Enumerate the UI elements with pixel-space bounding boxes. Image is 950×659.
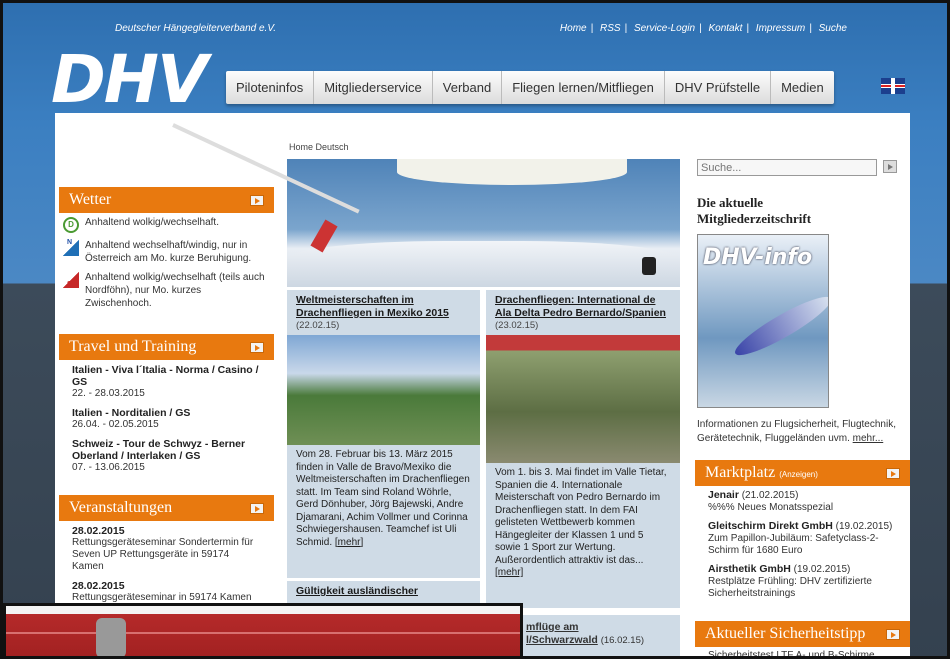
page: Deutscher Hängegleiterverband e.V. Home |… bbox=[0, 0, 950, 659]
hero-image bbox=[287, 159, 680, 287]
arrow-right-icon[interactable] bbox=[886, 467, 900, 479]
south-alps-icon bbox=[63, 272, 79, 291]
wetter-box: Wetter D Anhaltend wolkig/wechselhaft. A… bbox=[59, 187, 274, 329]
top-link-kontakt[interactable]: Kontakt bbox=[708, 23, 742, 34]
travel-header[interactable]: Travel und Training bbox=[59, 334, 274, 360]
markt-title: Marktplatz bbox=[705, 464, 776, 481]
travel-name: Italien - Viva l´Italia - Norma / Casino… bbox=[72, 364, 259, 388]
wetter-header[interactable]: Wetter bbox=[59, 187, 274, 213]
news-card: Drachenfliegen: International de Ala Del… bbox=[486, 290, 680, 608]
weather-text: Anhaltend wechselhaft/windig, nur in Öst… bbox=[85, 240, 252, 264]
nav-piloteninfos[interactable]: Piloteninfos bbox=[226, 71, 315, 104]
clouds bbox=[287, 241, 680, 287]
travel-name: Schweiz - Tour de Schwyz - Berner Oberla… bbox=[72, 438, 246, 462]
markt-item[interactable]: Jenair (21.02.2015) %%% Neues Monatsspez… bbox=[695, 486, 910, 517]
paraglider-canopy bbox=[397, 159, 627, 185]
news-image[interactable] bbox=[486, 335, 680, 463]
tipp-header[interactable]: Aktueller Sicherheitstipp bbox=[695, 621, 910, 647]
org-name: Deutscher Hängegleiterverband e.V. bbox=[115, 23, 277, 34]
more-link[interactable]: [mehr] bbox=[495, 567, 523, 578]
nav-medien[interactable]: Medien bbox=[771, 71, 834, 104]
arrow-right-icon[interactable] bbox=[250, 502, 264, 514]
news-card: Weltmeisterschaften im Drachenfliegen in… bbox=[287, 290, 480, 578]
search-submit-icon[interactable] bbox=[883, 160, 897, 173]
nav-mitgliederservice[interactable]: Mitgliederservice bbox=[314, 71, 433, 104]
news-date: (22.02.15) bbox=[296, 320, 340, 331]
travel-item[interactable]: Italien - Viva l´Italia - Norma / Casino… bbox=[59, 360, 274, 403]
wetter-title: Wetter bbox=[69, 191, 112, 208]
travel-date: 07. - 13.06.2015 bbox=[72, 462, 145, 473]
weather-item: Anhaltend wechselhaft/windig, nur in Öst… bbox=[59, 236, 274, 268]
news-date: (23.02.15) bbox=[495, 320, 539, 331]
cover-title: DHV-info bbox=[703, 245, 813, 270]
travel-date: 22. - 28.03.2015 bbox=[72, 388, 145, 399]
event-text: Rettungsgeräteseminar Sondertermin für S… bbox=[72, 537, 254, 572]
top-link-suche[interactable]: Suche bbox=[819, 23, 847, 34]
magazine-cover[interactable]: DHV-info bbox=[697, 234, 829, 408]
weather-item: Anhaltend wolkig/wechselhaft (teils auch… bbox=[59, 268, 274, 313]
travel-title: Travel und Training bbox=[69, 338, 197, 355]
weather-item: D Anhaltend wolkig/wechselhaft. bbox=[59, 213, 274, 236]
news-text: Vom 28. Februar bis 13. März 2015 finden… bbox=[296, 449, 470, 548]
markt-item[interactable]: Airsthetik GmbH (19.02.2015) Restplätze … bbox=[695, 560, 910, 603]
paraglider-pilot bbox=[642, 257, 656, 275]
travel-item[interactable]: Schweiz - Tour de Schwyz - Berner Oberla… bbox=[59, 434, 274, 477]
news-title[interactable]: Drachenfliegen: International de Ala Del… bbox=[486, 290, 680, 320]
cover-paraglider bbox=[729, 288, 828, 364]
tipp-box: Aktueller Sicherheitstipp Sicherheitstes… bbox=[695, 621, 910, 656]
arrow-right-icon[interactable] bbox=[886, 628, 900, 640]
hang-glider-photo-overlay bbox=[3, 603, 523, 656]
event-item[interactable]: 28.02.2015 Rettungsgeräteseminar Sondert… bbox=[59, 521, 274, 576]
search-input[interactable] bbox=[697, 159, 877, 176]
news-title[interactable]: Gültigkeit ausländischer bbox=[287, 581, 480, 598]
markt-box: Marktplatz (Anzeigen) Jenair (21.02.2015… bbox=[695, 460, 910, 610]
markt-tag: (Anzeigen) bbox=[779, 470, 818, 479]
event-text: Rettungsgeräteseminar in 59174 Kamen bbox=[72, 592, 252, 603]
breadcrumb[interactable]: Home Deutsch bbox=[289, 142, 349, 152]
top-link-home[interactable]: Home bbox=[560, 23, 587, 34]
top-link-rss[interactable]: RSS bbox=[600, 23, 621, 34]
magazine-desc: Informationen zu Flugsicherheit, Flugtec… bbox=[697, 419, 896, 444]
glider-strut bbox=[96, 618, 126, 656]
events-box: Veranstaltungen 28.02.2015 Rettungsgerät… bbox=[59, 495, 274, 605]
travel-item[interactable]: Italien - Norditalien / GS 26.04. - 02.0… bbox=[59, 403, 274, 434]
news-title[interactable]: Weltmeisterschaften im Drachenfliegen in… bbox=[287, 290, 480, 320]
weather-text: Anhaltend wolkig/wechselhaft (teils auch… bbox=[85, 272, 265, 309]
travel-name: Italien - Norditalien / GS bbox=[72, 407, 191, 419]
logo-text: DHV bbox=[51, 41, 208, 118]
news-image[interactable] bbox=[287, 335, 480, 445]
magazine-title: Die aktuelle Mitgliederzeitschrift bbox=[697, 195, 812, 226]
north-alps-icon bbox=[63, 236, 79, 256]
arrow-right-icon[interactable] bbox=[250, 341, 264, 353]
wing-batten bbox=[6, 632, 520, 634]
uk-flag-icon[interactable] bbox=[881, 78, 905, 94]
more-link[interactable]: [mehr] bbox=[335, 537, 363, 548]
d-region-icon: D bbox=[63, 217, 79, 233]
news-text: Vom 1. bis 3. Mai findet im Valle Tietar… bbox=[495, 467, 667, 578]
main-nav: Piloteninfos Mitgliederservice Verband F… bbox=[226, 71, 834, 104]
top-link-impressum[interactable]: Impressum bbox=[756, 23, 805, 34]
weather-text: Anhaltend wolkig/wechselhaft. bbox=[85, 217, 219, 228]
arrow-right-icon[interactable] bbox=[250, 194, 264, 206]
nav-pruefstelle[interactable]: DHV Prüfstelle bbox=[665, 71, 772, 104]
markt-header[interactable]: Marktplatz (Anzeigen) bbox=[695, 460, 910, 486]
travel-box: Travel und Training Italien - Viva l´Ita… bbox=[59, 334, 274, 486]
events-header[interactable]: Veranstaltungen bbox=[59, 495, 274, 521]
top-link-service-login[interactable]: Service-Login bbox=[634, 23, 695, 34]
markt-item[interactable]: Gleitschirm Direkt GmbH (19.02.2015) Zum… bbox=[695, 517, 910, 560]
nav-fliegen-lernen[interactable]: Fliegen lernen/Mitfliegen bbox=[502, 71, 665, 104]
travel-date: 26.04. - 02.05.2015 bbox=[72, 419, 159, 430]
tipp-title: Aktueller Sicherheitstipp bbox=[705, 625, 866, 642]
event-date: 28.02.2015 bbox=[72, 525, 125, 537]
dhv-logo[interactable]: DHV bbox=[51, 41, 221, 141]
events-title: Veranstaltungen bbox=[69, 499, 173, 516]
tipp-text[interactable]: Sicherheitstest LTF A- und B-Schirme. bbox=[695, 647, 910, 656]
event-date: 28.02.2015 bbox=[72, 580, 125, 592]
magazine-more-link[interactable]: mehr... bbox=[853, 433, 884, 444]
nav-verband[interactable]: Verband bbox=[433, 71, 503, 104]
top-links: Home | RSS | Service-Login | Kontakt | Impre… bbox=[559, 23, 847, 34]
